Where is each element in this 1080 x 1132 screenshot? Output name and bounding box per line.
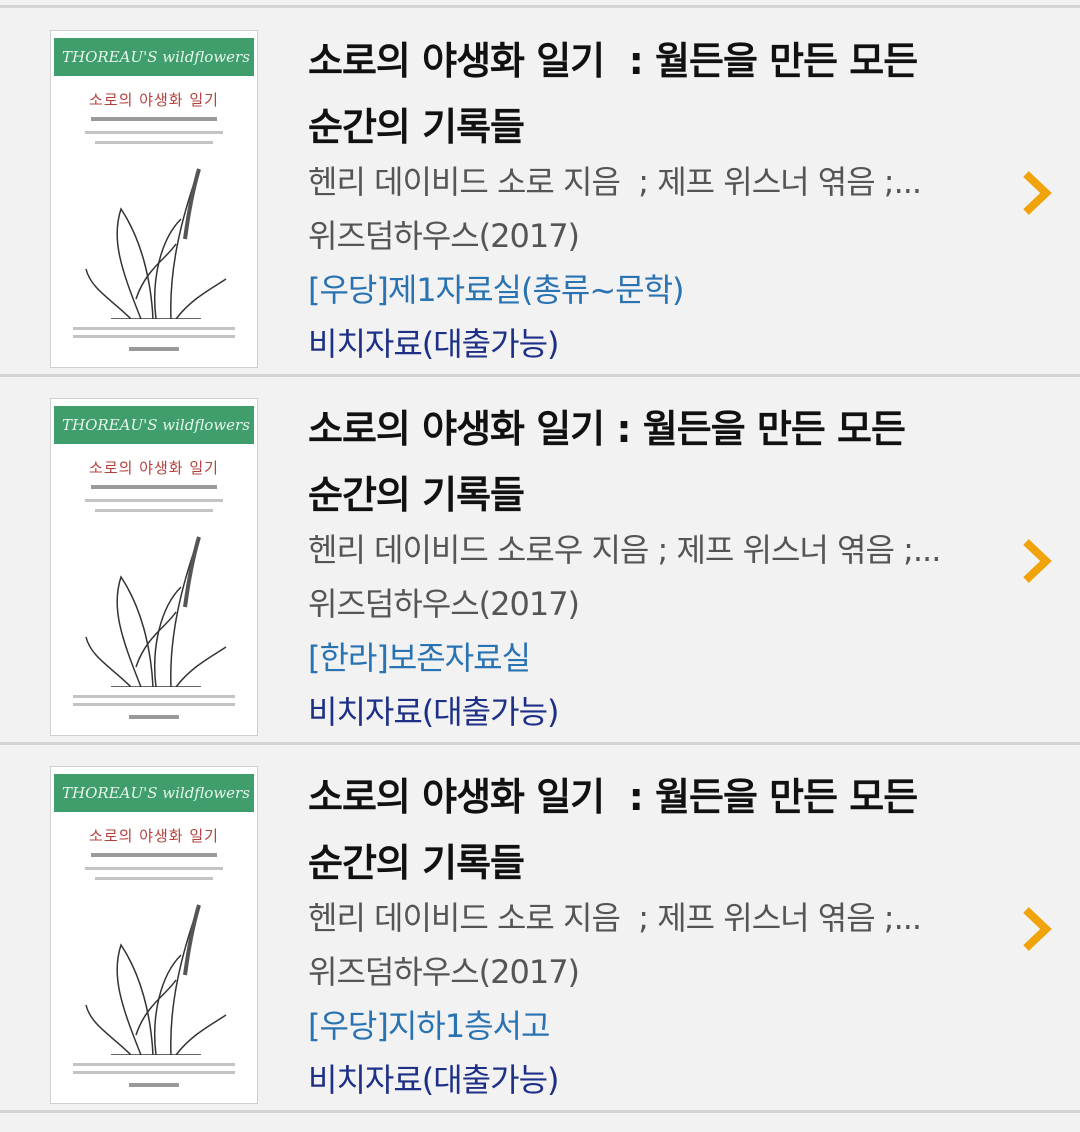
cover-text-line xyxy=(73,1063,235,1066)
cover-title: 소로의 야생화 일기 xyxy=(89,91,219,109)
cover-publisher xyxy=(129,1083,179,1087)
book-cover-image[interactable]: THOREAU'S wildflowers 소로의 야생화 일기 xyxy=(50,766,258,1104)
availability-status: 비치자료(대출가능) xyxy=(308,1061,560,1099)
holding-location: [우당]지하1층서고 xyxy=(308,1007,550,1045)
cover-text-line xyxy=(73,327,235,330)
cover-title: 소로의 야생화 일기 xyxy=(89,827,219,845)
book-cover-image[interactable]: THOREAU'S wildflowers 소로의 야생화 일기 xyxy=(50,398,258,736)
book-author: 헨리 데이비드 소로우 지음 ; 제프 위스너 엮음 ;... xyxy=(308,531,941,569)
cover-band: THOREAU'S wildflowers xyxy=(54,406,254,444)
availability-status: 비치자료(대출가능) xyxy=(308,693,560,731)
cover-text-line xyxy=(73,695,235,698)
wildflower-illustration xyxy=(85,536,227,687)
cover-text-line xyxy=(85,499,223,502)
wildflower-illustration xyxy=(85,904,227,1055)
holding-location: [우당]제1자료실(총류~문학) xyxy=(308,271,685,309)
book-cover-image[interactable]: THOREAU'S wildflowers 소로의 야생화 일기 xyxy=(50,30,258,368)
book-title[interactable]: 소로의 야생화 일기 : 월든을 만든 모든 순간의 기록들 xyxy=(308,764,1008,896)
wildflower-illustration xyxy=(85,168,227,319)
cover-publisher xyxy=(129,715,179,719)
book-author: 헨리 데이비드 소로 지음 ; 제프 위스너 엮음 ;... xyxy=(308,163,922,201)
book-title-line: 소로의 야생화 일기 : 월든을 만든 모든 xyxy=(308,407,906,451)
book-title-line: 순간의 기록들 xyxy=(308,841,525,885)
cover-text-line xyxy=(95,877,213,880)
cover-band: THOREAU'S wildflowers xyxy=(54,38,254,76)
cover-band: THOREAU'S wildflowers xyxy=(54,774,254,812)
book-title[interactable]: 소로의 야생화 일기 : 월든을 만든 모든 순간의 기록들 xyxy=(308,28,1008,160)
cover-text-line xyxy=(73,1071,235,1074)
book-title-line: 순간의 기록들 xyxy=(308,105,525,149)
holding-location: [한라]보존자료실 xyxy=(308,639,531,677)
cover-text-line xyxy=(85,867,223,870)
availability-status: 비치자료(대출가능) xyxy=(308,325,560,363)
cover-text-line xyxy=(73,703,235,706)
chevron-right-icon[interactable] xyxy=(1018,168,1058,218)
result-item[interactable]: THOREAU'S wildflowers 소로의 야생화 일기 소로의 야생화… xyxy=(0,376,1080,741)
search-results-list: THOREAU'S wildflowers 소로의 야생화 일기 소로의 야생화… xyxy=(0,0,1080,1132)
divider xyxy=(0,1110,1080,1113)
cover-text-line xyxy=(95,141,213,144)
book-publisher: 위즈덤하우스(2017) xyxy=(308,953,580,991)
book-publisher: 위즈덤하우스(2017) xyxy=(308,217,580,255)
book-title[interactable]: 소로의 야생화 일기 : 월든을 만든 모든 순간의 기록들 xyxy=(308,396,1008,528)
cover-text-line xyxy=(85,131,223,134)
cover-title: 소로의 야생화 일기 xyxy=(89,459,219,477)
chevron-right-icon[interactable] xyxy=(1018,904,1058,954)
cover-subtitle xyxy=(91,853,217,857)
cover-publisher xyxy=(129,347,179,351)
cover-subtitle xyxy=(91,117,217,121)
book-title-line: 소로의 야생화 일기 : 월든을 만든 모든 xyxy=(308,775,918,819)
result-item[interactable]: THOREAU'S wildflowers 소로의 야생화 일기 소로의 야생화… xyxy=(0,744,1080,1109)
book-title-line: 순간의 기록들 xyxy=(308,473,525,517)
book-author: 헨리 데이비드 소로 지음 ; 제프 위스너 엮음 ;... xyxy=(308,899,922,937)
book-publisher: 위즈덤하우스(2017) xyxy=(308,585,580,623)
cover-text-line xyxy=(95,509,213,512)
book-title-line: 소로의 야생화 일기 : 월든을 만든 모든 xyxy=(308,39,918,83)
cover-text-line xyxy=(73,335,235,338)
chevron-right-icon[interactable] xyxy=(1018,536,1058,586)
cover-subtitle xyxy=(91,485,217,489)
result-item[interactable]: THOREAU'S wildflowers 소로의 야생화 일기 소로의 야생화… xyxy=(0,8,1080,373)
